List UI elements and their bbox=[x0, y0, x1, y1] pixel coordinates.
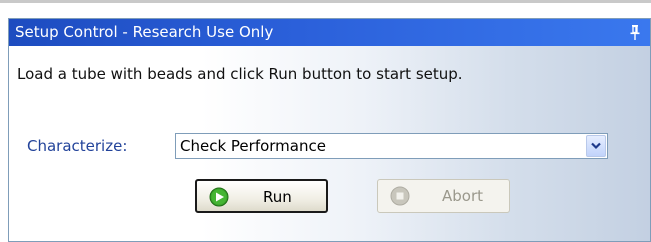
characterize-label: Characterize: bbox=[27, 137, 128, 155]
chevron-down-icon bbox=[591, 142, 601, 150]
stop-icon bbox=[390, 186, 410, 206]
run-button-label: Run bbox=[263, 188, 292, 206]
panel-title: Setup Control - Research Use Only bbox=[15, 23, 274, 41]
title-bar: Setup Control - Research Use Only bbox=[9, 19, 650, 46]
characterize-selected-value: Check Performance bbox=[180, 137, 326, 155]
dropdown-arrow-button[interactable] bbox=[586, 135, 606, 157]
abort-button[interactable]: Abort bbox=[377, 179, 510, 213]
pin-icon[interactable] bbox=[630, 25, 640, 40]
setup-control-panel: Setup Control - Research Use Only Load a… bbox=[8, 18, 651, 242]
characterize-dropdown[interactable]: Check Performance bbox=[175, 133, 608, 159]
play-icon bbox=[209, 187, 229, 207]
instruction-text: Load a tube with beads and click Run but… bbox=[17, 65, 463, 83]
abort-button-label: Abort bbox=[442, 187, 484, 205]
top-divider bbox=[0, 0, 651, 3]
run-button[interactable]: Run bbox=[195, 179, 328, 213]
